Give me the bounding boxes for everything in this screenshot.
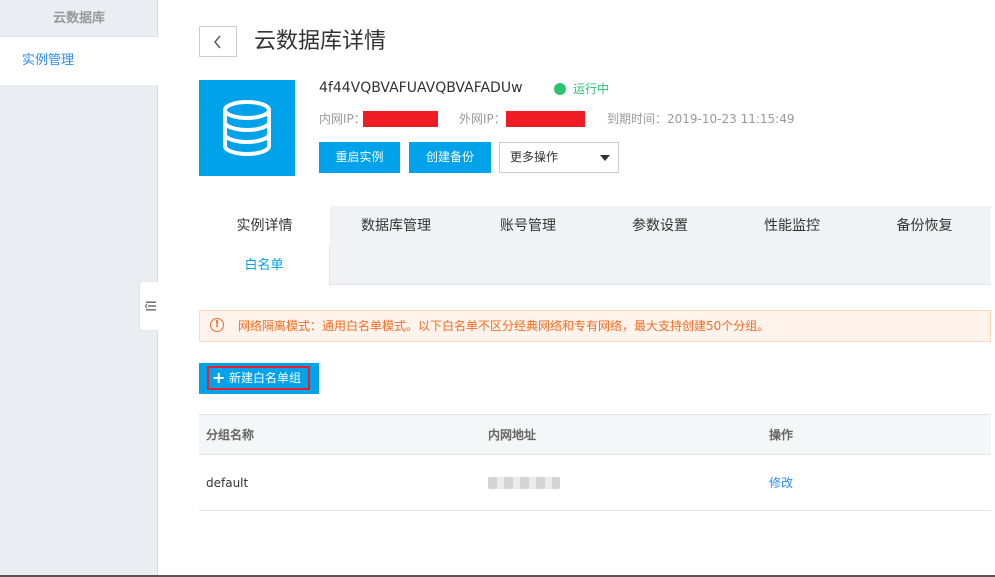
- tab-performance-monitoring[interactable]: 性能监控: [726, 206, 858, 246]
- sidebar: 云数据库 实例管理: [0, 0, 158, 577]
- more-actions-label: 更多操作: [510, 150, 559, 164]
- tab-backup-restore[interactable]: 备份恢复: [858, 206, 991, 246]
- instance-id: 4f44VQBVAFUAVQBVAFADUw: [319, 80, 523, 96]
- expire-label: 到期时间：: [607, 112, 668, 126]
- tab-bar: 实例详情 数据库管理 账号管理 参数设置 性能监控 备份恢复: [199, 206, 991, 248]
- new-whitelist-group-label: 新建白名单组: [229, 371, 302, 385]
- tab-parameter-settings[interactable]: 参数设置: [594, 206, 726, 246]
- private-ip-redacted: [363, 111, 438, 127]
- status-badge: 运行中: [554, 79, 609, 99]
- edit-group-link[interactable]: 修改: [769, 474, 793, 491]
- new-whitelist-group-highlight: + 新建白名单组: [207, 366, 310, 390]
- sidebar-title: 云数据库: [0, 0, 158, 37]
- tab-account-management[interactable]: 账号管理: [462, 206, 594, 246]
- subtab-bar: 白名单: [199, 246, 991, 285]
- whitelist-table-header: 分组名称 内网地址 操作: [199, 414, 991, 455]
- expire-time: 到期时间：2019-10-23 11:15:49: [607, 110, 794, 128]
- create-backup-button[interactable]: 创建备份: [409, 142, 491, 173]
- database-icon: [199, 80, 295, 176]
- sidebar-item-instance-management[interactable]: 实例管理: [0, 37, 158, 85]
- sidebar-collapse-toggle[interactable]: [140, 282, 162, 330]
- private-ip-label: 内网IP：: [319, 112, 366, 126]
- new-whitelist-group-button[interactable]: + 新建白名单组: [199, 363, 319, 394]
- alert-text: 网络隔离模式：通用白名单模式。以下白名单不区分经典网络和专有网络，最大支持创建5…: [238, 319, 770, 333]
- page-title: 云数据库详情: [254, 29, 387, 54]
- isolation-mode-alert: ! 网络隔离模式：通用白名单模式。以下白名单不区分经典网络和专有网络，最大支持创…: [199, 310, 991, 342]
- private-address-blurred: [488, 476, 560, 489]
- back-button[interactable]: [199, 26, 237, 57]
- column-header-actions: 操作: [769, 428, 794, 442]
- restart-instance-button[interactable]: 重启实例: [319, 142, 400, 173]
- caret-down-icon: [600, 155, 610, 161]
- more-actions-dropdown[interactable]: 更多操作: [499, 142, 619, 173]
- chevron-left-icon: [214, 35, 221, 48]
- group-name-cell: default: [206, 475, 249, 490]
- public-ip-redacted: [506, 111, 585, 127]
- warning-circle-icon: !: [210, 318, 224, 332]
- menu-collapse-icon: [145, 301, 156, 311]
- tab-database-management[interactable]: 数据库管理: [330, 206, 462, 246]
- tab-instance-details[interactable]: 实例详情: [199, 206, 330, 248]
- private-address-cell: [488, 455, 560, 510]
- public-ip-label: 外网IP：: [459, 112, 506, 126]
- column-header-private-address: 内网地址: [488, 428, 537, 442]
- status-dot-icon: [554, 83, 566, 95]
- column-header-group-name: 分组名称: [206, 428, 255, 442]
- plus-icon: +: [212, 368, 226, 387]
- subtab-whitelist[interactable]: 白名单: [199, 246, 330, 285]
- expire-value: 2019-10-23 11:15:49: [667, 112, 795, 126]
- table-row: default 修改: [199, 455, 991, 511]
- status-text: 运行中: [573, 82, 610, 96]
